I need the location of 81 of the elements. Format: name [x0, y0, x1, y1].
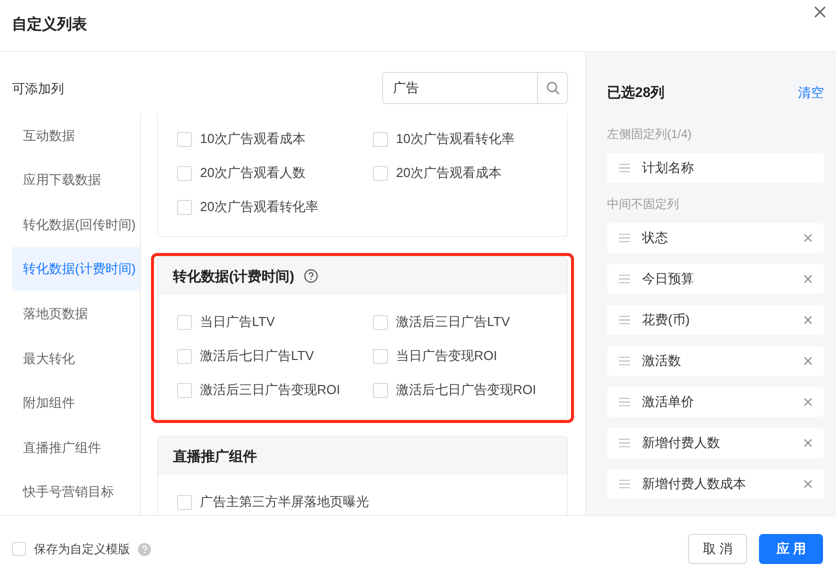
option-label: 激活后七日广告LTV — [200, 347, 314, 366]
column-item[interactable]: 状态 — [607, 223, 824, 253]
drag-handle-icon[interactable] — [619, 479, 630, 489]
close-icon[interactable] — [814, 6, 826, 18]
column-label: 花费(币) — [642, 311, 691, 330]
cancel-button[interactable]: 取 消 — [688, 534, 748, 564]
option-label: 20次广告观看人数 — [200, 164, 306, 182]
checkbox[interactable] — [373, 382, 388, 398]
section-title: 直播推广组件 — [173, 446, 257, 466]
search-field[interactable]: 广告 — [382, 72, 538, 104]
remove-icon[interactable] — [804, 480, 812, 488]
group-label: 中间不固定列 — [607, 196, 680, 213]
checkbox[interactable] — [177, 382, 192, 398]
nav-item[interactable]: 直播推广组件 — [12, 425, 140, 470]
drag-handle-icon[interactable] — [619, 163, 630, 173]
option-label: 当日广告变现ROI — [396, 347, 498, 366]
option-label: 当日广告LTV — [200, 313, 275, 332]
clear-link[interactable]: 清空 — [798, 82, 824, 102]
remove-icon[interactable] — [804, 234, 812, 242]
remove-icon[interactable] — [804, 316, 812, 324]
drag-handle-icon[interactable] — [619, 274, 630, 284]
column-item[interactable]: 花费(币) — [607, 305, 824, 335]
search-icon[interactable] — [546, 81, 560, 95]
checkbox[interactable] — [177, 200, 192, 214]
nav-item[interactable]: 应用下载数据 — [12, 158, 140, 202]
nav-item[interactable]: 最大转化 — [12, 336, 140, 381]
checkbox[interactable] — [373, 166, 388, 180]
column-label: 激活数 — [642, 352, 682, 370]
remove-icon[interactable] — [804, 439, 812, 447]
column-item[interactable]: 激活单价 — [607, 387, 824, 417]
drag-handle-icon[interactable] — [619, 356, 630, 366]
checkbox[interactable] — [177, 494, 192, 510]
help-icon — [138, 542, 151, 556]
checkbox[interactable] — [177, 314, 192, 330]
column-label: 状态 — [642, 229, 669, 248]
option-label: 广告主第三方半屏落地页曝光 — [200, 493, 369, 512]
option-label: 20次广告观看转化率 — [200, 198, 318, 216]
column-item[interactable]: 激活数 — [607, 346, 824, 376]
option-label: 10次广告观看成本 — [200, 130, 306, 148]
checkbox[interactable] — [373, 314, 388, 330]
column-label: 新增付费人数 — [642, 434, 721, 452]
group-label: 左侧固定列(1/4) — [607, 126, 693, 143]
checkbox[interactable] — [373, 132, 388, 146]
nav-item[interactable]: 附加组件 — [12, 380, 140, 426]
column-label: 激活单价 — [642, 393, 695, 412]
section-title: 转化数据(计费时间) — [173, 266, 294, 286]
column-item[interactable]: 计划名称 — [607, 153, 824, 183]
apply-button[interactable]: 应 用 — [759, 534, 823, 564]
nav-item[interactable]: 转化数据(计费时间) — [12, 246, 140, 292]
nav-item[interactable]: 转化数据(回传时间) — [12, 202, 140, 247]
nav-item[interactable]: 互动数据 — [12, 113, 140, 158]
column-item[interactable]: 新增付费人数成本 — [607, 469, 824, 499]
option-label: 10次广告观看转化率 — [396, 130, 514, 148]
column-label: 今日预算 — [642, 270, 695, 288]
panel-title: 已选28列 — [607, 83, 665, 102]
dialog-title: 自定义列表 — [12, 15, 87, 36]
section-label: 可添加列 — [12, 80, 64, 98]
drag-handle-icon[interactable] — [619, 397, 630, 407]
nav-item[interactable]: 快手号营销目标 — [12, 470, 140, 514]
option-label: 激活后三日广告变现ROI — [200, 381, 340, 400]
column-label: 计划名称 — [642, 159, 695, 178]
checkbox[interactable] — [177, 348, 192, 364]
checkbox[interactable] — [12, 542, 26, 556]
checkbox-label: 保存为自定义模版 — [34, 541, 130, 558]
nav-item[interactable]: 落地页数据 — [12, 291, 140, 336]
remove-icon[interactable] — [804, 398, 812, 406]
drag-handle-icon[interactable] — [619, 315, 630, 325]
remove-icon[interactable] — [804, 357, 812, 365]
option-label: 20次广告观看成本 — [396, 164, 502, 182]
drag-handle-icon[interactable] — [619, 233, 630, 243]
remove-icon[interactable] — [804, 275, 812, 283]
search-button[interactable] — [538, 72, 568, 104]
column-item[interactable]: 今日预算 — [607, 264, 824, 294]
checkbox[interactable] — [373, 348, 388, 364]
option-label: 激活后三日广告LTV — [396, 313, 510, 332]
checkbox[interactable] — [177, 166, 192, 180]
column-item[interactable]: 新增付费人数 — [607, 428, 824, 458]
drag-handle-icon[interactable] — [619, 438, 630, 448]
column-label: 新增付费人数成本 — [642, 475, 747, 494]
checkbox[interactable] — [177, 132, 192, 146]
option-label: 激活后七日广告变现ROI — [396, 381, 536, 400]
